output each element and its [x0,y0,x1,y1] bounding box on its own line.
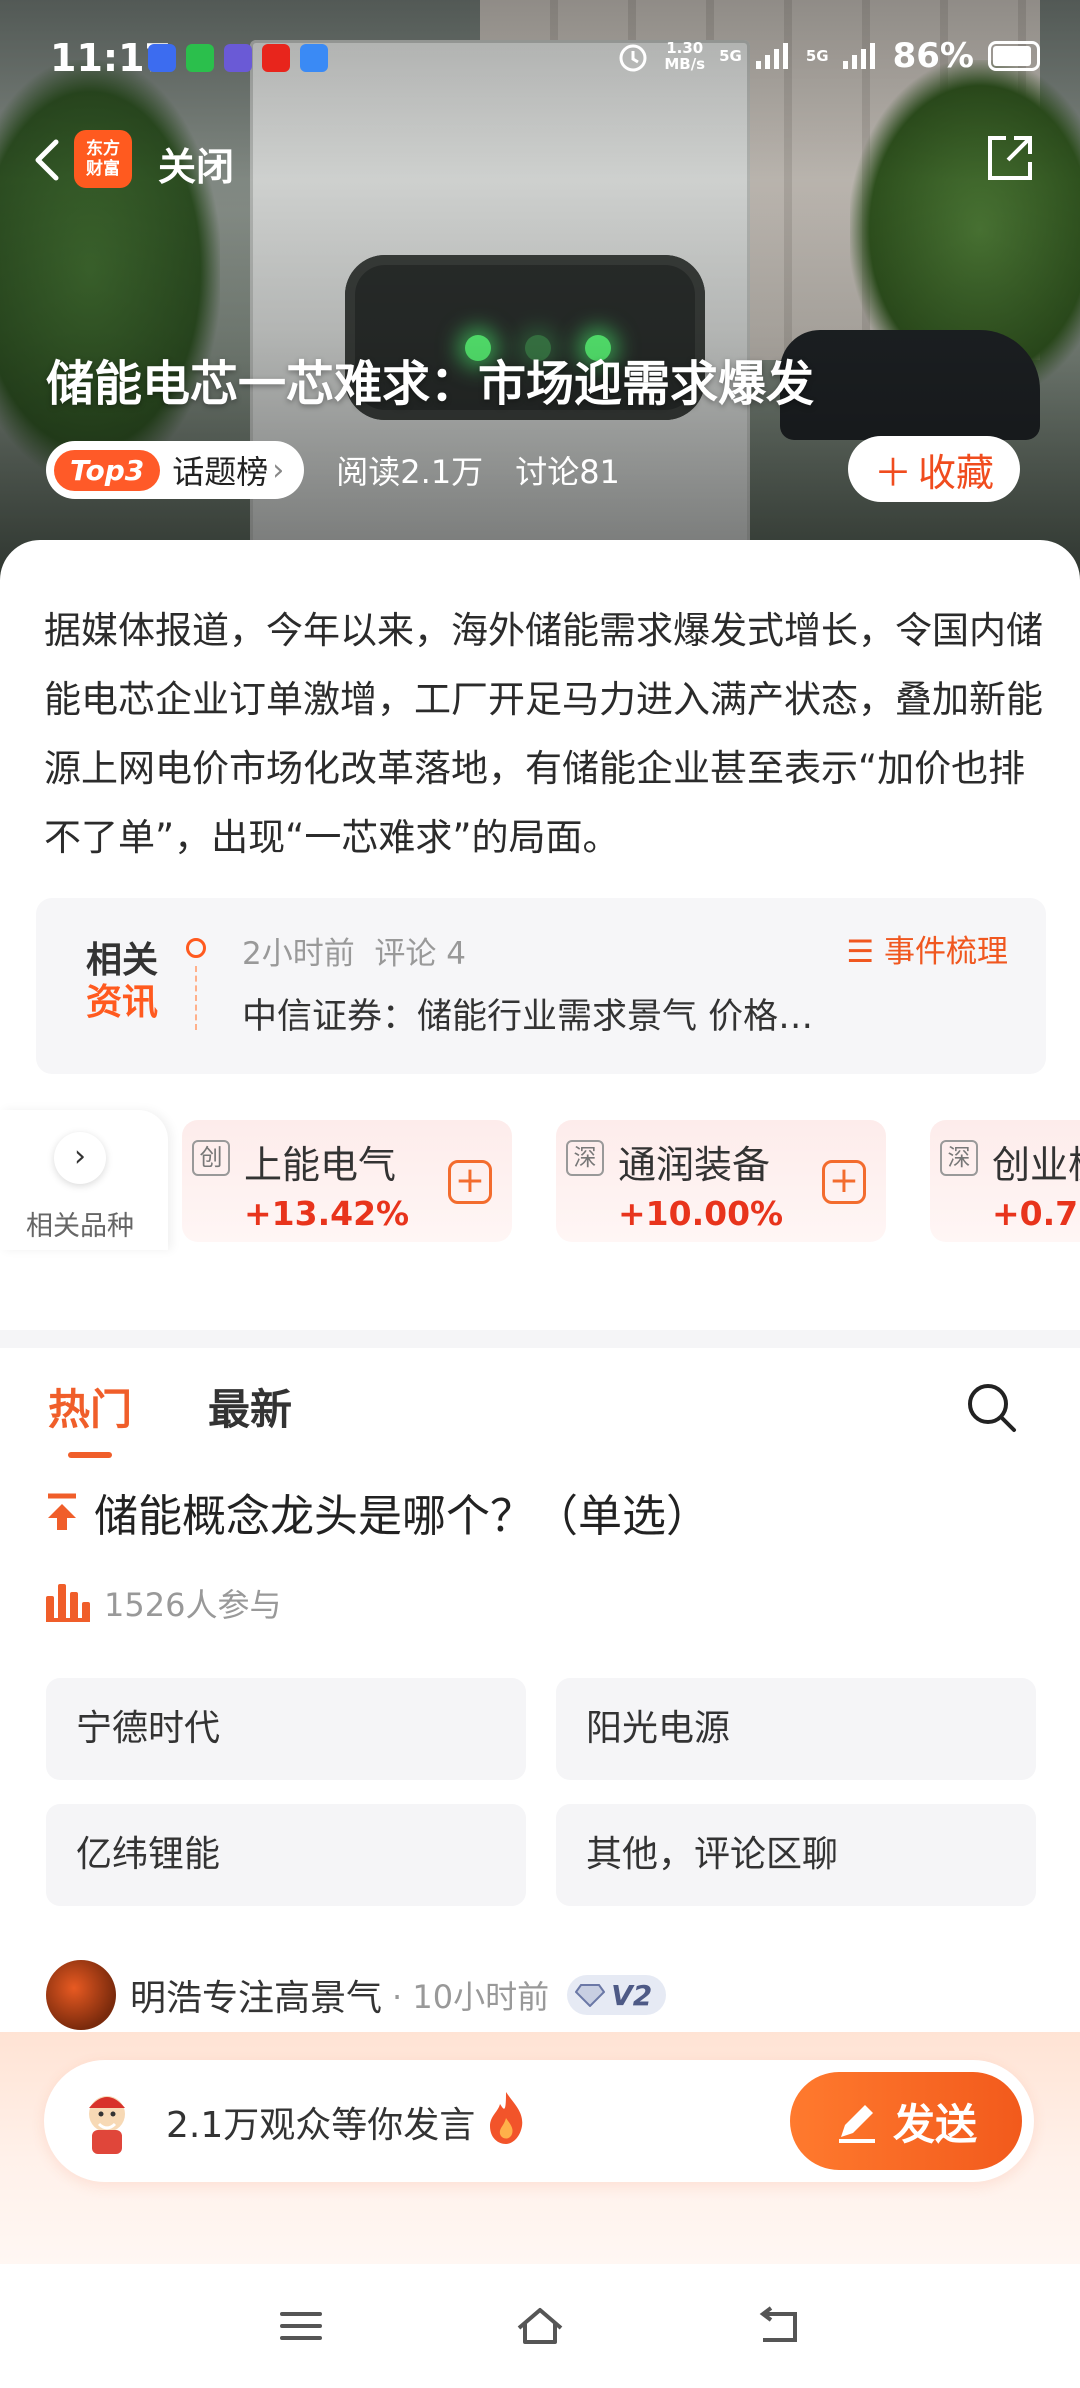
comment-header: 明浩专注高景气 · 10小时前 V2 [46,1960,667,2030]
discuss-count: 讨论81 [515,453,620,491]
related-news-label-2: 资讯 [86,982,159,1023]
related-stocks-row: 创 上能电气 +13.42% + 深 通润装备 +10.00% + 深 创业板 … [0,1110,1080,1250]
exchange-tag: 创 [192,1140,230,1176]
read-count: 阅读2.1万 [336,453,484,491]
related-news-label: 相关 资讯 [86,940,158,1024]
top-nav: 东方 财富 关闭 [0,120,1080,200]
user-level: V2 [611,1978,653,2012]
topic-ranking-pill[interactable]: Top3 话题榜 › [46,441,305,499]
poll-question-text: 储能概念龙头是哪个？（单选） [94,1491,710,1542]
favorite-button[interactable]: ＋ 收藏 [847,436,1020,502]
timeline-dot [186,938,206,958]
add-watchlist-button[interactable]: + [448,1160,492,1204]
close-button[interactable]: 关闭 [158,136,234,191]
chevron-right-icon: › [54,1132,106,1184]
stock-name: 通润装备 [618,1143,771,1187]
share-icon[interactable] [984,132,1036,184]
participant-count: 1526人参与 [104,1586,282,1624]
browser-app-icon [300,44,328,72]
content-card: 据媒体报道，今年以来，海外储能需求爆发式增长，令国内储能电芯企业订单激增，工厂开… [0,540,1080,2040]
user-level-badge: V2 [567,1975,667,2015]
comment-placeholder: 2.1万观众等你发言 [166,2105,476,2146]
back-arrow-icon[interactable] [22,132,78,188]
signal-bars-icon [842,43,875,69]
stock-card[interactable]: 深 创业板 +0.73 [930,1120,1080,1242]
wechat-icon [186,44,214,72]
poll-option[interactable]: 阳光电源 [556,1678,1036,1780]
timeline-line [195,966,197,1030]
comment-username[interactable]: 明浩专注高景气 [130,1969,382,2021]
fire-icon [490,2092,523,2144]
stock-card[interactable]: 深 通润装备 +10.00% + [556,1120,886,1242]
list-icon: ☰ [846,934,875,970]
news-meta: 2小时前 评论 4 [242,936,467,972]
stock-change: +0.73 [992,1194,1080,1233]
poll-option[interactable]: 其他，评论区聊 [556,1804,1036,1906]
poll-participants: 1526人参与 [46,1580,281,1626]
status-bar: 11:17 1.30 MB/s 5G 5G 86% [0,0,1080,110]
poll-question: 储能概念龙头是哪个？（单选） [44,1480,710,1544]
exchange-tag: 深 [566,1140,604,1176]
mascot-icon [89,2096,125,2154]
related-news-label-1: 相关 [86,940,159,981]
event-timeline-button[interactable]: ☰ 事件梳理 [846,926,1008,971]
signal-bars-icon [755,43,788,69]
poll-arrow-icon [48,1493,76,1530]
related-news-card[interactable]: 相关 资讯 2小时前 评论 4 中信证券：储能行业需求景气 价格… ☰ 事件梳理 [36,898,1046,1074]
news-headline[interactable]: 中信证券：储能行业需求景气 价格… [242,988,902,1039]
stock-name: 创业板 [992,1143,1080,1187]
avatar[interactable] [46,1960,116,2030]
search-icon[interactable] [964,1380,1020,1436]
tab-hot[interactable]: 热门 [48,1376,132,1437]
topic-summary: 据媒体报道，今年以来，海外储能需求爆发式增长，令国内储能电芯企业订单激增，工厂开… [44,609,1043,859]
bottom-composer-panel: 2.1万观众等你发言 发送 [0,2032,1080,2264]
pencil-icon [838,2105,875,2143]
home-icon[interactable] [515,2306,565,2346]
app-logo: 东方 财富 [74,130,132,188]
top-rank-badge: Top3 [54,449,161,491]
stock-name: 上能电气 [244,1143,397,1187]
plus-icon: ＋ [873,450,912,495]
stock-app-icon [262,44,290,72]
related-products-toggle[interactable]: › 相关品种 [0,1110,168,1250]
comment-input[interactable]: 2.1万观众等你发言 发送 [44,2060,1034,2182]
battery-icon [988,41,1040,71]
diamond-icon [575,1984,606,2007]
signal-5g-2: 5G [805,47,829,65]
active-tab-indicator [68,1452,112,1458]
system-nav-bar [0,2264,1080,2388]
topic-ranking-label: 话题榜 [172,453,269,491]
send-button[interactable]: 发送 [790,2072,1022,2170]
event-timeline-label: 事件梳理 [884,934,1008,970]
tab-latest[interactable]: 最新 [208,1376,292,1437]
signal-5g-1: 5G [719,47,742,65]
stock-change: +10.00% [618,1194,784,1233]
menu-icon[interactable] [276,2306,326,2346]
bar-chart-icon [46,1584,90,1622]
vivo-app-icon [148,44,176,72]
battery-percent: 86% [892,36,974,76]
related-products-label: 相关品种 [26,1211,134,1242]
add-watchlist-button[interactable]: + [822,1160,866,1204]
notification-icons [148,44,328,72]
page-title: 储能电芯一芯难求：市场迎需求爆发 [46,356,815,412]
send-label: 发送 [892,2099,977,2149]
exchange-tag: 深 [940,1140,978,1176]
back-nav-icon[interactable] [755,2306,805,2346]
favorite-label: 收藏 [917,450,994,495]
poll-option[interactable]: 宁德时代 [46,1678,526,1780]
poll-option[interactable]: 亿纬锂能 [46,1804,526,1906]
chevron-right-icon: › [272,452,285,488]
section-divider [0,1330,1080,1348]
stock-card[interactable]: 创 上能电气 +13.42% + [182,1120,512,1242]
stock-change: +13.42% [244,1194,410,1233]
net-speed: 1.30 MB/s [664,39,706,73]
xing-app-icon [224,44,252,72]
comment-time: · 10小时前 [392,1978,550,2016]
alarm-icon [619,44,647,72]
hero-meta: Top3 话题榜 › 阅读2.1万 讨论81 [46,440,620,500]
